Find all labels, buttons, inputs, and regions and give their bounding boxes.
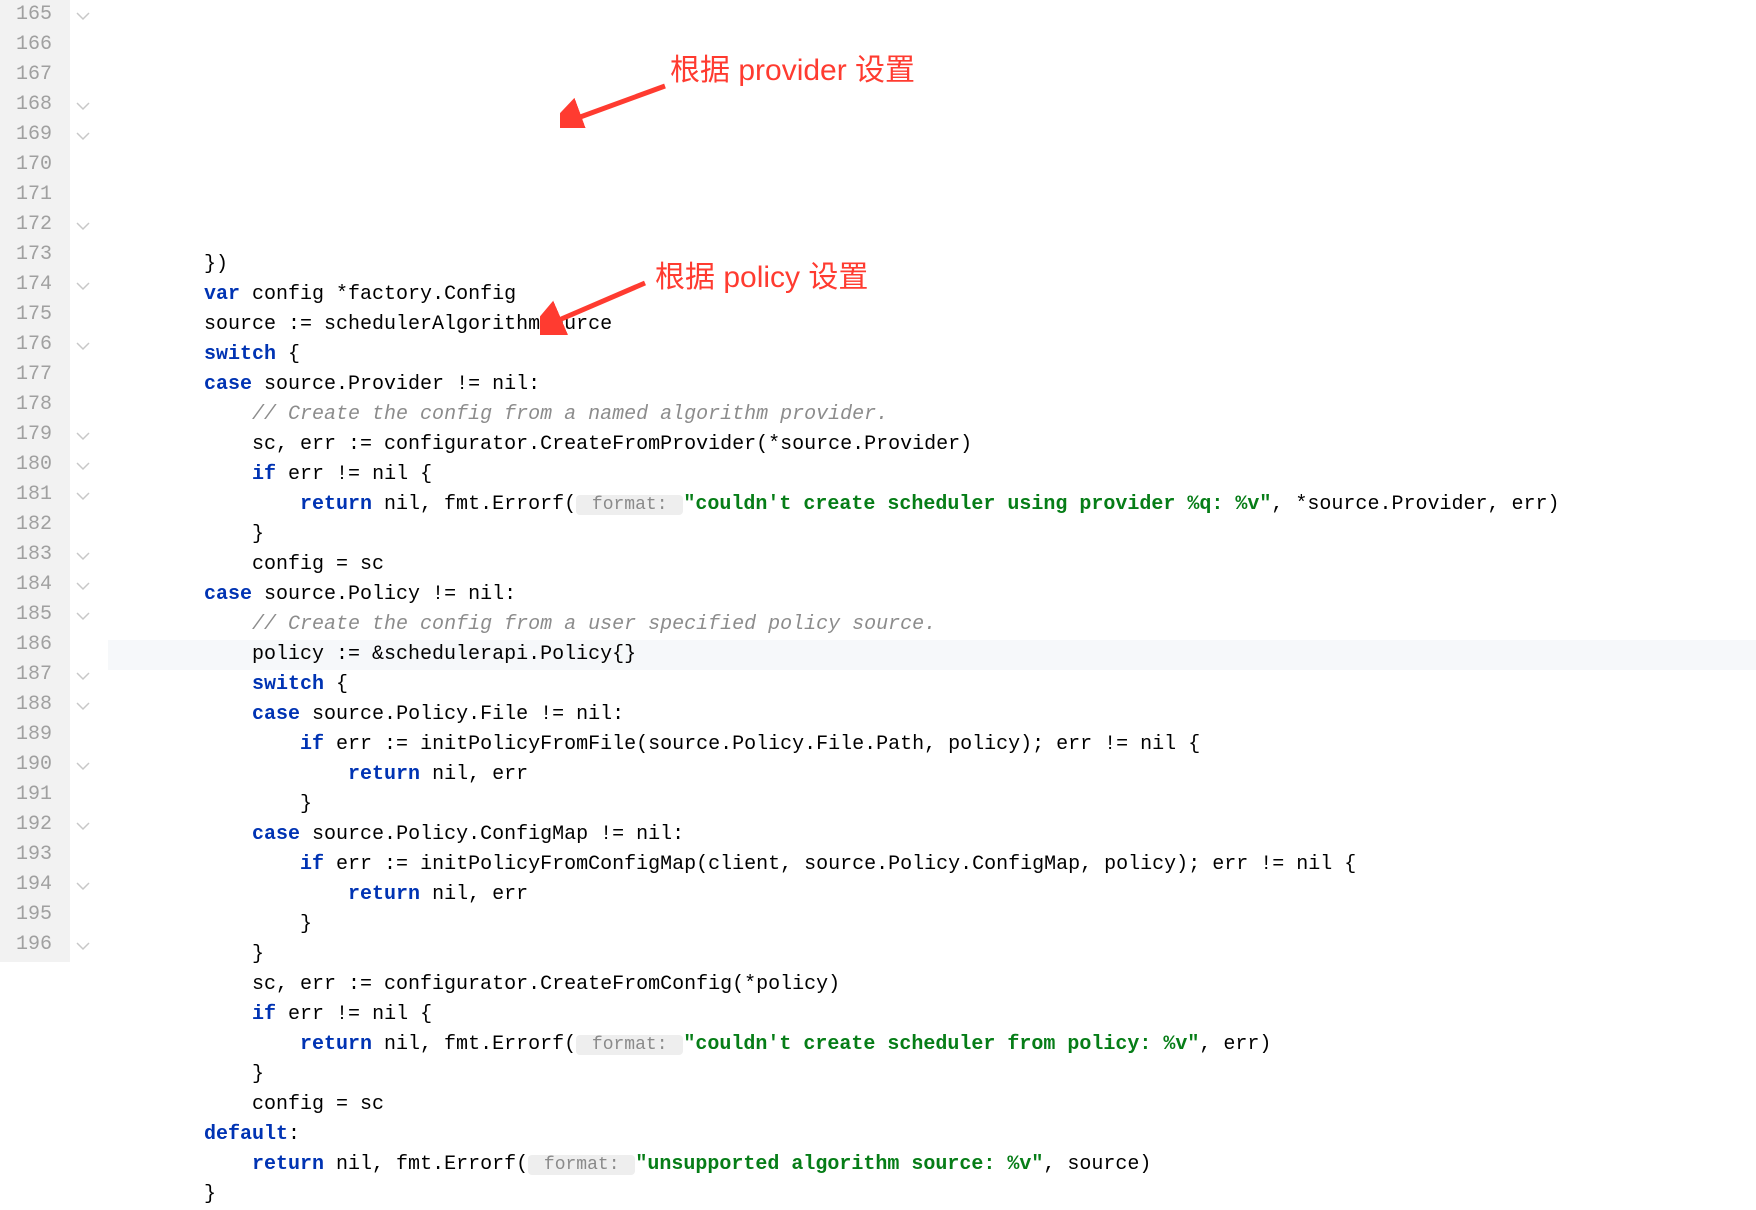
code-line[interactable]: default: bbox=[108, 1120, 1756, 1150]
line-number: 171 bbox=[10, 180, 52, 210]
line-number: 177 bbox=[10, 360, 52, 390]
code-line[interactable]: // Create the config from a user specifi… bbox=[108, 610, 1756, 640]
fold-column bbox=[70, 0, 100, 962]
code-line[interactable]: if err := initPolicyFromFile(source.Poli… bbox=[108, 730, 1756, 760]
code-line[interactable]: } bbox=[108, 1180, 1756, 1210]
line-number: 181 bbox=[10, 480, 52, 510]
code-line[interactable]: }) bbox=[108, 250, 1756, 280]
code-line[interactable]: if err != nil { bbox=[108, 460, 1756, 490]
annotation-provider: 根据 provider 设置 bbox=[670, 58, 915, 83]
line-number: 187 bbox=[10, 660, 52, 690]
line-number: 192 bbox=[10, 810, 52, 840]
code-editor[interactable]: 1651661671681691701711721731741751761771… bbox=[0, 0, 1756, 962]
fold-marker-icon[interactable] bbox=[76, 128, 90, 142]
line-number: 196 bbox=[10, 930, 52, 960]
line-number: 183 bbox=[10, 540, 52, 570]
line-number: 184 bbox=[10, 570, 52, 600]
fold-marker-icon[interactable] bbox=[76, 458, 90, 472]
fold-marker-icon[interactable] bbox=[76, 98, 90, 112]
fold-marker-icon[interactable] bbox=[76, 8, 90, 22]
fold-marker-icon[interactable] bbox=[76, 488, 90, 502]
fold-marker-icon[interactable] bbox=[76, 218, 90, 232]
code-area[interactable]: 根据 provider 设置 根据 policy 设置 }) var confi… bbox=[100, 0, 1756, 962]
code-line[interactable]: case source.Provider != nil: bbox=[108, 370, 1756, 400]
line-number: 173 bbox=[10, 240, 52, 270]
fold-marker-icon[interactable] bbox=[76, 758, 90, 772]
line-number: 165 bbox=[10, 0, 52, 30]
line-number: 186 bbox=[10, 630, 52, 660]
line-number: 190 bbox=[10, 750, 52, 780]
code-line[interactable]: config = sc bbox=[108, 550, 1756, 580]
fold-marker-icon[interactable] bbox=[76, 698, 90, 712]
line-number: 194 bbox=[10, 870, 52, 900]
code-line[interactable]: switch { bbox=[108, 340, 1756, 370]
code-line[interactable]: var config *factory.Config bbox=[108, 280, 1756, 310]
line-number: 166 bbox=[10, 30, 52, 60]
code-line[interactable]: case source.Policy.File != nil: bbox=[108, 700, 1756, 730]
code-line[interactable]: } bbox=[108, 1060, 1756, 1090]
line-number: 168 bbox=[10, 90, 52, 120]
code-line[interactable]: if err != nil { bbox=[108, 1000, 1756, 1030]
code-line[interactable]: case source.Policy.ConfigMap != nil: bbox=[108, 820, 1756, 850]
line-number: 169 bbox=[10, 120, 52, 150]
fold-marker-icon[interactable] bbox=[76, 938, 90, 952]
code-line[interactable]: } bbox=[108, 910, 1756, 940]
line-number: 170 bbox=[10, 150, 52, 180]
fold-marker-icon[interactable] bbox=[76, 548, 90, 562]
code-line[interactable]: return nil, fmt.Errorf( format: "couldn'… bbox=[108, 490, 1756, 520]
line-number: 195 bbox=[10, 900, 52, 930]
code-line[interactable]: } bbox=[108, 940, 1756, 970]
line-number: 178 bbox=[10, 390, 52, 420]
line-number: 174 bbox=[10, 270, 52, 300]
line-number: 191 bbox=[10, 780, 52, 810]
fold-marker-icon[interactable] bbox=[76, 818, 90, 832]
code-line[interactable]: sc, err := configurator.CreateFromProvid… bbox=[108, 430, 1756, 460]
line-number: 167 bbox=[10, 60, 52, 90]
line-number: 175 bbox=[10, 300, 52, 330]
fold-marker-icon[interactable] bbox=[76, 338, 90, 352]
line-number-gutter: 1651661671681691701711721731741751761771… bbox=[0, 0, 70, 962]
fold-marker-icon[interactable] bbox=[76, 278, 90, 292]
fold-marker-icon[interactable] bbox=[76, 668, 90, 682]
fold-marker-icon[interactable] bbox=[76, 428, 90, 442]
line-number: 188 bbox=[10, 690, 52, 720]
code-line[interactable]: if err := initPolicyFromConfigMap(client… bbox=[108, 850, 1756, 880]
line-number: 176 bbox=[10, 330, 52, 360]
arrow-icon bbox=[560, 78, 680, 128]
code-line[interactable]: policy := &schedulerapi.Policy{} bbox=[108, 640, 1756, 670]
line-number: 180 bbox=[10, 450, 52, 480]
code-line[interactable]: return nil, err bbox=[108, 760, 1756, 790]
line-number: 182 bbox=[10, 510, 52, 540]
code-line[interactable]: source := schedulerAlgorithmSource bbox=[108, 310, 1756, 340]
code-line[interactable]: return nil, fmt.Errorf( format: "couldn'… bbox=[108, 1030, 1756, 1060]
line-number: 193 bbox=[10, 840, 52, 870]
fold-marker-icon[interactable] bbox=[76, 878, 90, 892]
line-number: 179 bbox=[10, 420, 52, 450]
line-number: 189 bbox=[10, 720, 52, 750]
code-line[interactable]: config = sc bbox=[108, 1090, 1756, 1120]
fold-marker-icon[interactable] bbox=[76, 608, 90, 622]
code-line[interactable]: } bbox=[108, 520, 1756, 550]
code-line[interactable]: case source.Policy != nil: bbox=[108, 580, 1756, 610]
line-number: 185 bbox=[10, 600, 52, 630]
fold-marker-icon[interactable] bbox=[76, 578, 90, 592]
code-line[interactable]: switch { bbox=[108, 670, 1756, 700]
code-line[interactable]: // Create the config from a named algori… bbox=[108, 400, 1756, 430]
code-line[interactable]: return nil, err bbox=[108, 880, 1756, 910]
code-line[interactable]: } bbox=[108, 790, 1756, 820]
code-line[interactable]: sc, err := configurator.CreateFromConfig… bbox=[108, 970, 1756, 1000]
code-line[interactable]: return nil, fmt.Errorf( format: "unsuppo… bbox=[108, 1150, 1756, 1180]
line-number: 172 bbox=[10, 210, 52, 240]
